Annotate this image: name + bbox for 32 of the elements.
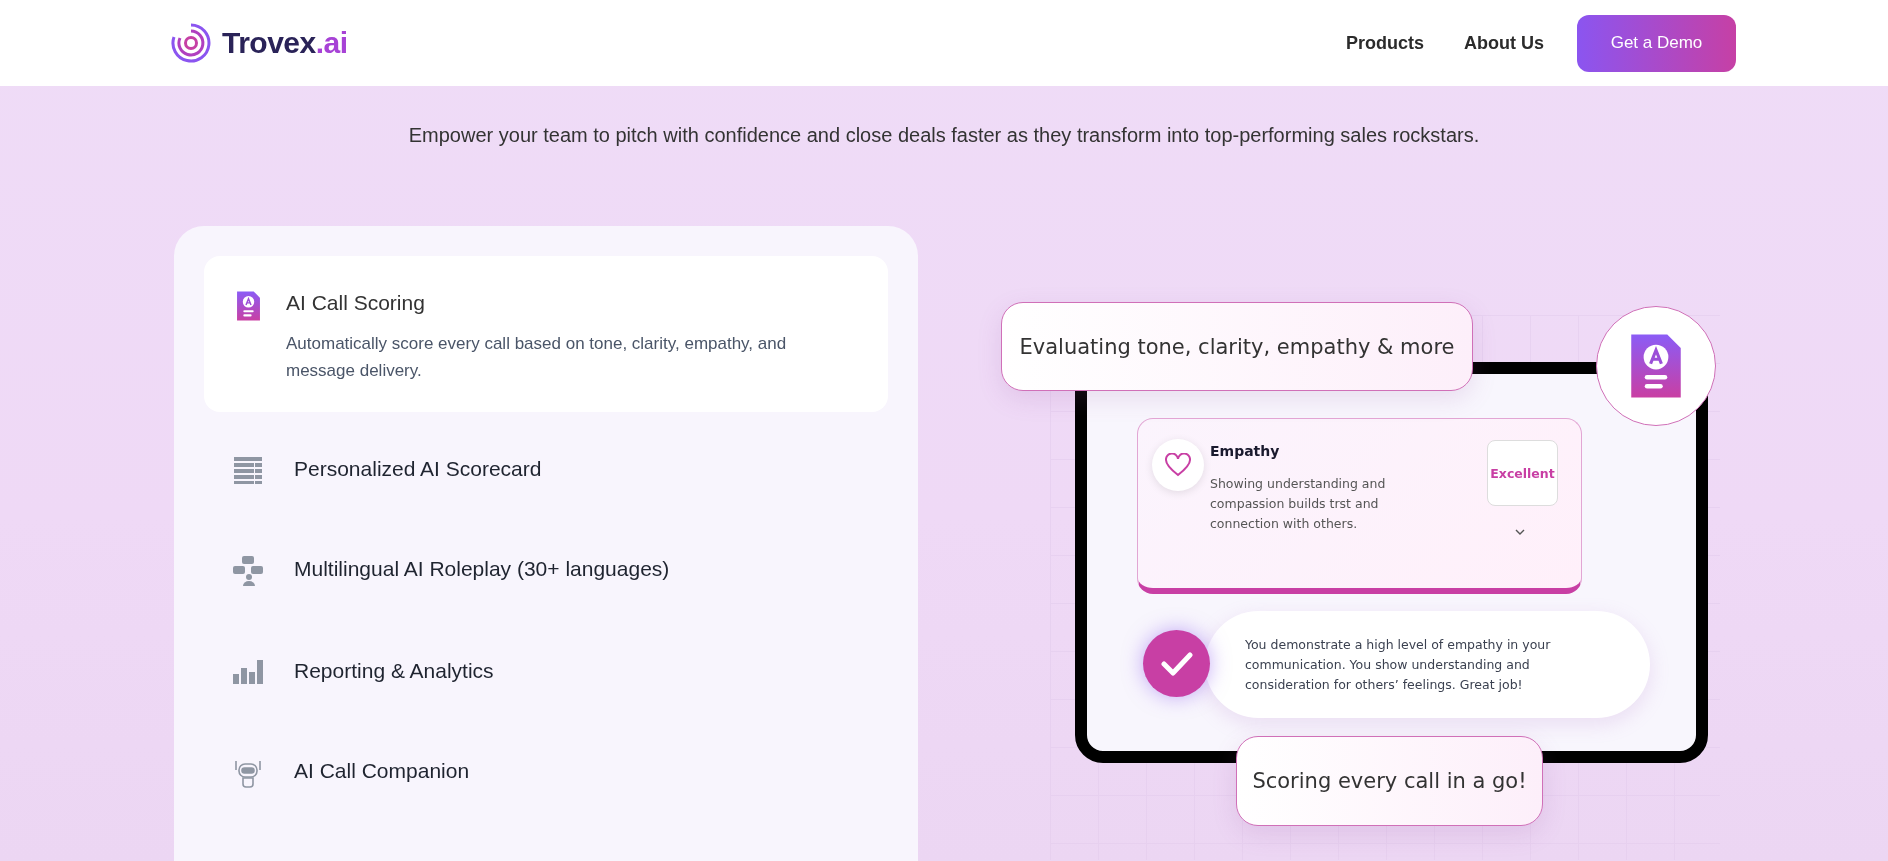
robot-icon (235, 758, 261, 788)
feature-title: Multilingual AI Roleplay (30+ languages) (294, 556, 670, 582)
feature-title: AI Call Companion (294, 758, 470, 784)
feature-item[interactable]: Multilingual AI Roleplay (30+ languages) (204, 520, 888, 622)
feature-title: Personalized AI Scorecard (294, 456, 542, 482)
table-icon (234, 456, 262, 484)
feedback-message: You demonstrate a high level of empathy in your communication. You show understanding and consideration for others’ feelings. Great job! (1205, 611, 1650, 718)
metric-title: Empathy (1210, 443, 1280, 459)
rating-text: Excellent (1487, 440, 1558, 506)
feature-card[interactable]: AI Call Scoring Automatically score every call based on tone, clarity, empathy, and message delivery. (204, 256, 888, 412)
document-icon (235, 290, 261, 322)
demo-button[interactable]: Get a Demo (1577, 14, 1736, 72)
metric-description: Showing understanding and compassion builds trst and connection with others. (1210, 475, 1387, 533)
heart-icon (1165, 453, 1191, 477)
nav-link[interactable]: About Us (1464, 32, 1544, 54)
caption-bubble: Evaluating tone, clarity, empathy & more (1001, 302, 1473, 391)
logo-text[interactable]: Trovex.ai (222, 26, 348, 60)
subtitle: Empower your team to pitch with confidence and close deals faster as they transform into top-performing sales rockstars. (408, 123, 1480, 147)
bar-chart-icon (233, 658, 263, 684)
checkmark-icon (1160, 650, 1193, 677)
nav-link[interactable]: Products (1346, 32, 1424, 54)
feature-description: Automatically score every call based on tone, clarity, empathy, and message delivery. (286, 333, 788, 382)
chat-bubbles-icon (233, 556, 263, 586)
logo-icon (170, 22, 212, 64)
feature-item[interactable]: Reporting & Analytics (204, 622, 888, 722)
feature-title: AI Call Scoring (286, 290, 426, 316)
document-icon (1629, 332, 1683, 400)
chevron-down-icon[interactable] (1514, 528, 1526, 536)
feature-title: Reporting & Analytics (294, 658, 494, 684)
caption-bubble: Scoring every call in a go! (1236, 736, 1543, 826)
feature-item[interactable]: AI Call Companion (204, 722, 888, 824)
feature-item[interactable]: Personalized AI Scorecard (204, 420, 888, 520)
